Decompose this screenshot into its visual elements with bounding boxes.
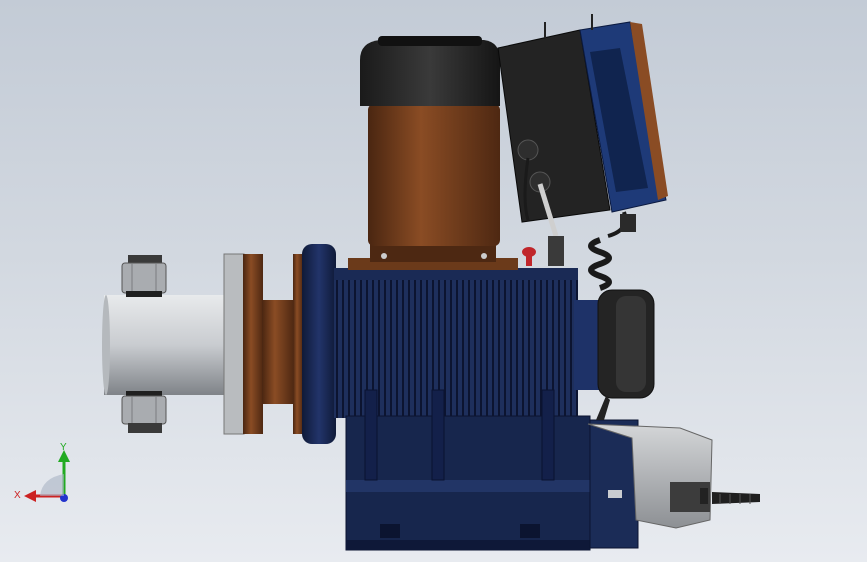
- flange-neck: [262, 300, 294, 404]
- pump-3d-model[interactable]: [0, 0, 867, 562]
- cable-gland-1: [517, 139, 539, 161]
- bottom-nut: [121, 391, 167, 433]
- flange-bronze-1: [243, 254, 263, 434]
- cylinder-end: [102, 295, 110, 395]
- cad-viewport[interactable]: Y X: [0, 0, 867, 562]
- flange-bronze-2: [293, 254, 303, 434]
- steel-cylinder: [104, 295, 228, 395]
- coiled-hose: [588, 237, 612, 291]
- axis-triad: Y X: [14, 442, 70, 502]
- x-axis-arrow: [24, 490, 36, 502]
- control-unit[interactable]: [497, 14, 668, 291]
- top-nut: [121, 255, 167, 297]
- x-axis-label: X: [14, 490, 21, 501]
- motor-cap: [360, 40, 500, 106]
- y-axis-label: Y: [60, 442, 67, 453]
- motor[interactable]: [348, 36, 518, 270]
- red-knob[interactable]: [522, 247, 536, 266]
- flange-steel: [223, 253, 245, 435]
- pump-head[interactable]: [102, 253, 303, 435]
- housing-flange: [302, 244, 336, 444]
- gear-block: [589, 419, 639, 549]
- motor-body: [368, 104, 500, 246]
